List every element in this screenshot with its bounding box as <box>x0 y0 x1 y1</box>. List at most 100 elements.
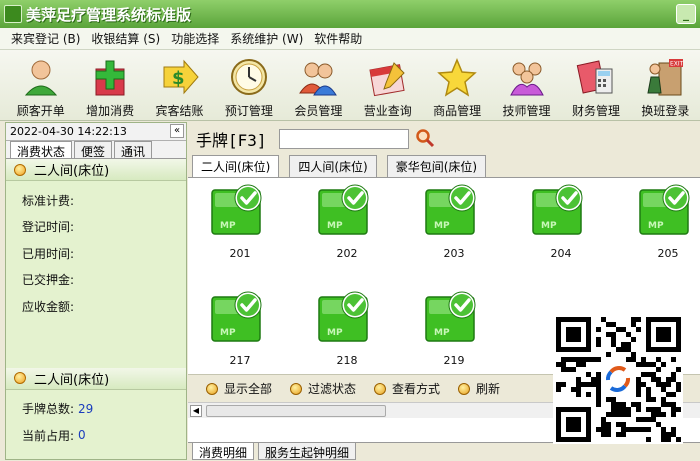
customer-icon <box>19 55 63 99</box>
technician-label: 技师管理 <box>502 104 551 118</box>
tab-service-details[interactable]: 服务生起钟明细 <box>258 443 357 460</box>
collapse-panel-button[interactable]: « <box>170 124 184 138</box>
add-consumption-icon <box>88 55 132 99</box>
summary-title: 二人间(床位) <box>34 372 110 388</box>
room-tile[interactable]: MP 217 <box>210 291 270 367</box>
checkout-button[interactable]: $ 宾客结账 <box>145 50 214 120</box>
shift-login-button[interactable]: EXIT 换班登录 <box>631 50 700 120</box>
svg-text:MP: MP <box>327 328 343 338</box>
toolbar: 顾客开单 增加消费 $ 宾客结账 预订管理 会员管理 营业查询 商品管理 技师管… <box>0 50 700 121</box>
room-tile[interactable]: MP 204 <box>531 184 591 260</box>
tab-notes[interactable]: 便签 <box>74 141 113 159</box>
current-datetime: 2022-04-30 14:22:13 <box>10 125 127 138</box>
search-bar: 手牌[F3] <box>188 122 700 156</box>
refresh-label: 刷新 <box>476 382 501 396</box>
room-number: 205 <box>657 247 679 260</box>
bullet-icon <box>374 382 387 395</box>
bullet-icon <box>290 382 303 395</box>
checkout-label: 宾客结账 <box>155 104 204 118</box>
room-tile[interactable]: MP 218 <box>317 291 377 367</box>
members-button[interactable]: 会员管理 <box>284 50 353 120</box>
refresh-button[interactable]: 刷新 <box>458 380 500 397</box>
summary-header: 二人间(床位) <box>6 367 186 390</box>
products-label: 商品管理 <box>433 104 482 118</box>
room-number: 202 <box>336 247 358 260</box>
customer-order-button[interactable]: 顾客开单 <box>6 50 75 120</box>
business-query-label: 营业查询 <box>363 104 412 118</box>
add-consumption-button[interactable]: 增加消费 <box>75 50 144 120</box>
tab-consumption-status[interactable]: 消费状态 <box>10 141 73 159</box>
tab-luxury[interactable]: 豪华包间(床位) <box>386 155 487 177</box>
room-number: 203 <box>443 247 465 260</box>
detail-tabs: 消费明细 服务生起钟明细 <box>188 442 700 460</box>
technician-icon <box>505 55 549 99</box>
room-info-header: 二人间(床位) <box>6 159 186 181</box>
room-available-icon: MP <box>425 291 476 342</box>
clock-icon <box>227 55 271 99</box>
tab-consumption-details[interactable]: 消费明细 <box>192 443 255 460</box>
standard-fee-label: 标准计费: <box>22 193 75 208</box>
filter-status-button[interactable]: 过滤状态 <box>290 380 356 397</box>
scroll-thumb[interactable] <box>206 405 386 417</box>
add-consumption-label: 增加消费 <box>86 104 135 118</box>
tab-contacts[interactable]: 通讯 <box>114 141 153 159</box>
room-number: 217 <box>229 354 251 367</box>
finance-icon <box>574 55 618 99</box>
calendar-icon <box>366 55 410 99</box>
app-icon <box>4 5 22 23</box>
technician-button[interactable]: 技师管理 <box>492 50 561 120</box>
occupied-label: 当前占用: <box>22 428 75 443</box>
search-icon[interactable] <box>415 128 435 151</box>
menu-help[interactable]: 软件帮助 <box>314 30 362 47</box>
svg-text:EXIT: EXIT <box>670 61 684 68</box>
room-available-icon: MP <box>211 291 262 342</box>
room-type-tabs: 二人间(床位) 四人间(床位) 豪华包间(床位) <box>188 155 700 178</box>
reservation-button[interactable]: 预订管理 <box>214 50 283 120</box>
svg-text:MP: MP <box>434 221 450 231</box>
total-tags-label: 手牌总数: <box>22 402 75 417</box>
view-mode-button[interactable]: 查看方式 <box>374 380 440 397</box>
room-tile[interactable]: MP 201 <box>210 184 270 260</box>
room-tile[interactable]: MP 202 <box>317 184 377 260</box>
room-tile[interactable]: MP 203 <box>424 184 484 260</box>
search-input[interactable] <box>278 129 409 149</box>
used-time-label: 已用时间: <box>22 246 75 261</box>
deposit-label: 已交押金: <box>22 273 75 288</box>
minimize-button[interactable]: _ <box>676 4 696 24</box>
menu-guest-register[interactable]: 来宾登记 (B) <box>11 30 80 47</box>
svg-text:MP: MP <box>541 221 557 231</box>
shift-login-label: 换班登录 <box>641 104 690 118</box>
show-all-button[interactable]: 显示全部 <box>206 380 272 397</box>
svg-text:MP: MP <box>648 221 664 231</box>
room-number: 201 <box>229 247 251 260</box>
room-available-icon: MP <box>318 184 369 235</box>
business-query-button[interactable]: 营业查询 <box>353 50 422 120</box>
svg-text:MP: MP <box>220 221 236 231</box>
scroll-left-icon[interactable]: ◀ <box>190 405 202 417</box>
filter-status-label: 过滤状态 <box>308 382 357 396</box>
register-time-label: 登记时间: <box>22 220 75 235</box>
deposit-field: 已交押金: <box>6 267 186 294</box>
occupied-value: 0 <box>78 428 86 443</box>
menu-functions[interactable]: 功能选择 <box>171 30 219 47</box>
menu-maintenance[interactable]: 系统维护 (W) <box>230 30 303 47</box>
room-available-icon: MP <box>532 184 583 235</box>
svg-text:$: $ <box>172 68 185 89</box>
finance-button[interactable]: 财务管理 <box>561 50 630 120</box>
bullet-icon <box>14 163 26 176</box>
tab-four-person[interactable]: 四人间(床位) <box>289 155 377 177</box>
room-tile[interactable]: MP 205 <box>638 184 698 260</box>
menu-cashier[interactable]: 收银结算 (S) <box>91 30 160 47</box>
title-bar: 美萍足疗管理系统标准版 _ <box>0 0 700 28</box>
room-tile[interactable]: MP 219 <box>424 291 484 367</box>
star-icon <box>435 55 479 99</box>
customer-order-label: 顾客开单 <box>16 104 65 118</box>
room-available-icon: MP <box>425 184 476 235</box>
products-button[interactable]: 商品管理 <box>422 50 491 120</box>
checkout-icon: $ <box>158 55 202 99</box>
room-available-icon: MP <box>211 184 262 235</box>
bullet-icon <box>458 382 471 395</box>
tab-two-person[interactable]: 二人间(床位) <box>192 155 280 177</box>
standard-fee-field: 标准计费: <box>6 187 186 214</box>
menu-bar: 来宾登记 (B) 收银结算 (S) 功能选择 系统维护 (W) 软件帮助 <box>0 28 700 50</box>
